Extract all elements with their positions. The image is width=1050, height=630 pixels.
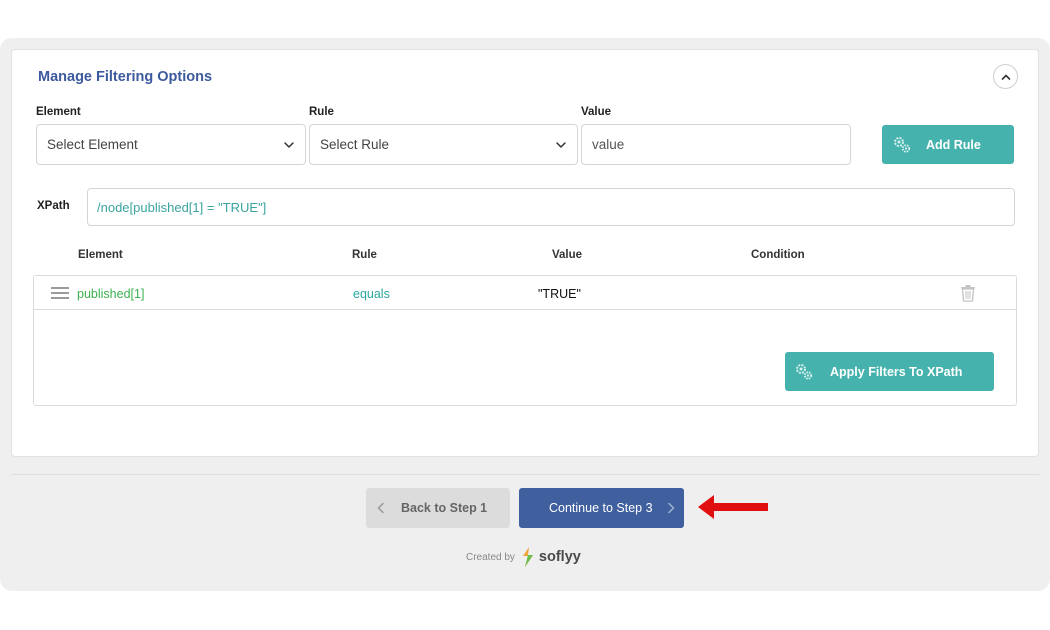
rule-select-value: Select Rule xyxy=(320,137,390,152)
chevron-left-icon xyxy=(377,502,384,514)
xpath-input[interactable]: /node[published[1] = "TRUE"] xyxy=(87,188,1015,226)
trash-icon[interactable] xyxy=(960,284,976,302)
chevron-down-icon xyxy=(556,141,566,148)
value-input[interactable]: value xyxy=(581,124,851,165)
row-value: "TRUE" xyxy=(538,287,581,301)
add-rule-label: Add Rule xyxy=(926,137,981,152)
row-element: published[1] xyxy=(77,287,145,301)
rule-label: Rule xyxy=(309,106,334,118)
value-input-placeholder: value xyxy=(592,137,625,152)
back-button[interactable]: Back to Step 1 xyxy=(366,488,510,528)
element-select[interactable]: Select Element xyxy=(36,124,306,165)
footer-divider xyxy=(11,474,1039,475)
value-label: Value xyxy=(581,106,612,118)
element-select-value: Select Element xyxy=(47,137,138,152)
chevron-right-icon xyxy=(667,502,674,514)
chevron-down-icon xyxy=(284,141,294,148)
continue-button-label: Continue to Step 3 xyxy=(549,501,653,515)
table-row: published[1] equals "TRUE" xyxy=(34,276,1016,309)
column-header-condition: Condition xyxy=(751,249,805,261)
chevron-up-icon xyxy=(1001,74,1010,80)
xpath-label: XPath xyxy=(37,200,70,212)
rule-select[interactable]: Select Rule xyxy=(309,124,578,165)
column-header-value: Value xyxy=(552,249,583,261)
created-by-text: Created by xyxy=(466,551,515,563)
annotation-arrow-icon xyxy=(698,495,768,519)
panel-title: Manage Filtering Options xyxy=(38,69,213,85)
xpath-value: /node[published[1] = "TRUE"] xyxy=(97,199,267,215)
brand-name: soflyy xyxy=(538,549,581,565)
gears-icon xyxy=(894,136,911,153)
back-button-label: Back to Step 1 xyxy=(401,501,488,515)
apply-filters-label: Apply Filters To XPath xyxy=(830,364,963,379)
apply-filters-button[interactable]: Apply Filters To XPath xyxy=(785,352,994,391)
soflyy-logo-icon xyxy=(522,547,533,567)
add-rule-button[interactable]: Add Rule xyxy=(882,125,1014,164)
column-header-rule: Rule xyxy=(352,249,377,261)
row-rule: equals xyxy=(353,287,390,301)
column-header-element: Element xyxy=(78,249,123,261)
continue-button[interactable]: Continue to Step 3 xyxy=(519,488,684,528)
footer-credit: Created by soflyy xyxy=(466,546,581,568)
element-label: Element xyxy=(36,106,81,118)
drag-handle-icon[interactable] xyxy=(51,286,69,300)
row-divider xyxy=(34,309,1016,310)
gears-icon xyxy=(796,363,813,380)
collapse-button[interactable] xyxy=(993,64,1018,89)
